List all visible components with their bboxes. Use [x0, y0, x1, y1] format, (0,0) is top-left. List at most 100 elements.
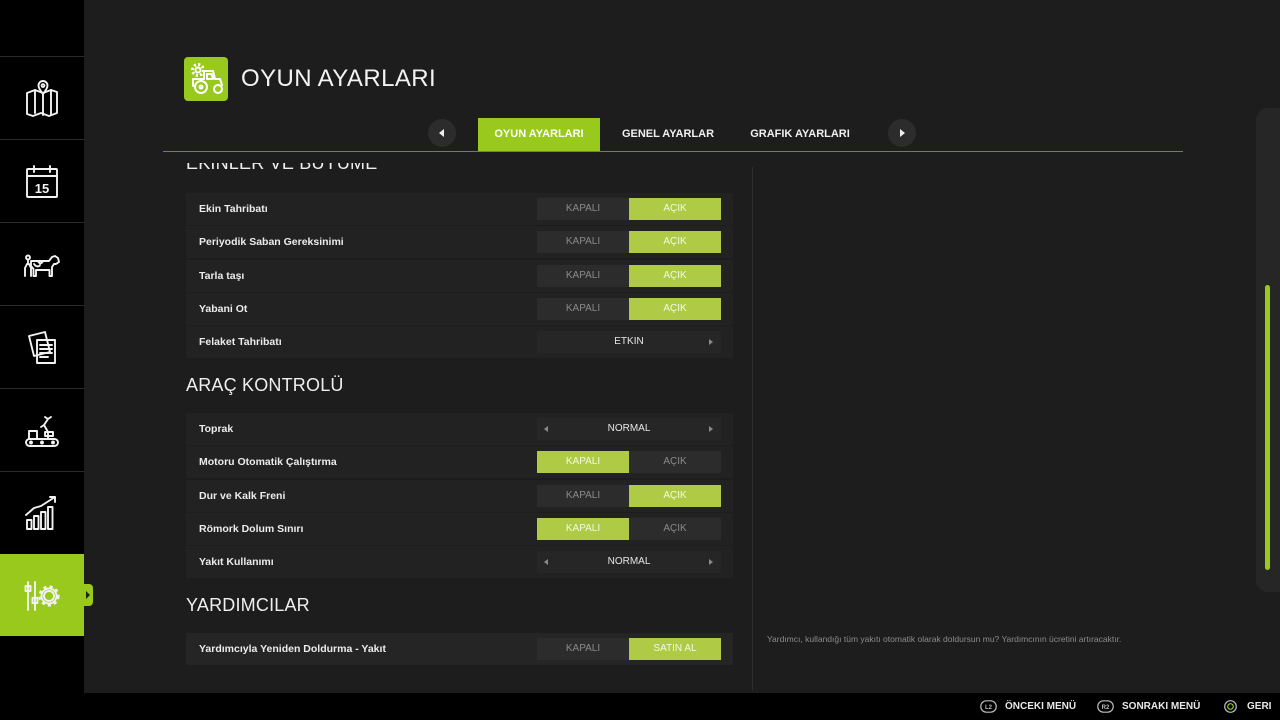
r2-glyph: R2 [1102, 705, 1110, 711]
setting-label: Yakıt Kullanımı [199, 556, 274, 568]
setting-label: Periyodik Saban Gereksinimi [199, 236, 344, 248]
toggle-control: KAPALI AÇIK [537, 231, 721, 253]
sidebar-item-production[interactable] [0, 388, 84, 471]
toggle-option-on[interactable]: AÇIK [629, 485, 721, 507]
arrow-right-icon [900, 129, 905, 137]
setting-row-disaster-destruction[interactable]: Felaket Tahribatı ETKIN [186, 326, 733, 358]
circle-button-icon [1224, 700, 1237, 713]
toggle-option-off[interactable]: KAPALI [537, 518, 629, 540]
section-title-vehicle-control: ARAÇ KONTROLÜ [186, 375, 344, 395]
setting-description: Yardımcı, kullandığı tüm yakıtı otomatik… [767, 634, 1122, 644]
toggle-control: KAPALI AÇIK [537, 485, 721, 507]
toggle-option-off[interactable]: KAPALI [537, 485, 629, 507]
next-menu-button[interactable]: R2 SONRAKI MENÜ [1097, 693, 1200, 720]
settings-list[interactable]: EKINLER VE BÜYÜME Ekin Tahribatı KAPALI … [163, 163, 743, 693]
arrow-left-icon [439, 129, 444, 137]
toggle-option-off[interactable]: KAPALI [537, 231, 629, 253]
settings-icon [24, 580, 60, 611]
r2-button-icon: R2 [1097, 700, 1114, 713]
sidebar-item-animals[interactable] [0, 222, 84, 305]
setting-row-auto-motor-start[interactable]: Motoru Otomatik Çalıştırma KAPALI AÇIK [186, 446, 733, 478]
toggle-option-on[interactable]: AÇIK [629, 198, 721, 220]
next-menu-label: SONRAKI MENÜ [1122, 701, 1201, 712]
scrollbar-thumb[interactable] [1265, 285, 1270, 570]
toggle-option-buy[interactable]: SATIN AL [629, 638, 721, 660]
selected-item-indicator [84, 584, 93, 606]
tab-general-settings[interactable]: GENEL AYARLAR [608, 118, 728, 151]
selector-next-icon[interactable] [709, 339, 713, 345]
toggle-option-off[interactable]: KAPALI [537, 638, 629, 660]
toggle-option-off[interactable]: KAPALI [537, 298, 629, 320]
toggle-control: KAPALI AÇIK [537, 518, 721, 540]
map-icon [26, 80, 58, 117]
toggle-control: KAPALI AÇIK [537, 198, 721, 220]
l2-button-icon: L2 [980, 700, 997, 713]
toggle-option-on[interactable]: AÇIK [629, 265, 721, 287]
scrollbar[interactable] [1256, 108, 1280, 592]
column-divider [752, 167, 753, 690]
setting-label: Tarla taşı [199, 270, 245, 282]
calendar-day-label: 15 [35, 181, 49, 196]
sidebar-item-calendar[interactable]: 15 [0, 139, 84, 222]
setting-row-helper-refill-fuel[interactable]: Yardımcıyla Yeniden Doldurma - Yakıt KAP… [186, 633, 733, 665]
sidebar-item-statistics[interactable] [0, 471, 84, 554]
toggle-option-off[interactable]: KAPALI [537, 198, 629, 220]
setting-label: Dur ve Kalk Freni [199, 490, 286, 502]
toggle-option-on[interactable]: AÇIK [629, 231, 721, 253]
tractor-settings-icon [184, 57, 228, 101]
sidebar: 15 [0, 0, 84, 693]
toggle-control: KAPALI AÇIK [537, 265, 721, 287]
setting-row-ground[interactable]: Toprak NORMAL [186, 413, 733, 445]
sidebar-item-settings[interactable] [0, 554, 84, 636]
setting-row-fuel-usage[interactable]: Yakıt Kullanımı NORMAL [186, 546, 733, 578]
contracts-icon [28, 331, 56, 364]
section-title-crops: EKINLER VE BÜYÜME [186, 163, 378, 173]
back-button[interactable]: GERI [1222, 693, 1271, 720]
tab-game-settings[interactable]: OYUN AYARLARI [478, 118, 600, 151]
tab-underline [163, 151, 1183, 152]
l2-glyph: L2 [985, 705, 993, 711]
setting-row-stones[interactable]: Tarla taşı KAPALI AÇIK [186, 260, 733, 292]
toggle-control: KAPALI AÇIK [537, 298, 721, 320]
selector-value: NORMAL [607, 423, 651, 434]
indicator-arrow-icon [86, 591, 90, 599]
setting-label: Yardımcıyla Yeniden Doldurma - Yakıt [199, 643, 386, 655]
tab-graphics-settings[interactable]: GRAFIK AYARLARI [740, 118, 860, 151]
sidebar-item-map[interactable] [0, 56, 84, 139]
production-icon [25, 416, 59, 447]
toggle-control: KAPALI SATIN AL [537, 638, 721, 660]
toggle-control: KAPALI AÇIK [537, 451, 721, 473]
setting-label: Toprak [199, 423, 234, 435]
setting-label: Ekin Tahribatı [199, 203, 268, 215]
statistics-icon [25, 496, 56, 530]
option-selector[interactable]: ETKIN [537, 331, 721, 353]
setting-row-trailer-fill-limit[interactable]: Römork Dolum Sınırı KAPALI AÇIK [186, 513, 733, 545]
setting-label: Felaket Tahribatı [199, 336, 282, 348]
setting-row-crop-destruction[interactable]: Ekin Tahribatı KAPALI AÇIK [186, 193, 733, 225]
selector-next-icon[interactable] [709, 426, 713, 432]
toggle-option-off[interactable]: KAPALI [537, 451, 629, 473]
footer-bar: L2 ÖNCEKI MENÜ R2 SONRAKI MENÜ GERI [0, 693, 1280, 720]
selector-next-icon[interactable] [709, 559, 713, 565]
setting-label: Römork Dolum Sınırı [199, 523, 304, 535]
option-selector[interactable]: NORMAL [537, 551, 721, 573]
previous-menu-label: ÖNCEKI MENÜ [1005, 701, 1077, 712]
sidebar-item-contracts[interactable] [0, 305, 84, 388]
toggle-option-on[interactable]: AÇIK [629, 451, 721, 473]
back-label: GERI [1247, 701, 1272, 712]
animals-icon [24, 254, 60, 277]
setting-label: Yabani Ot [199, 303, 248, 315]
setting-label: Motoru Otomatik Çalıştırma [199, 456, 337, 468]
previous-menu-button[interactable]: L2 ÖNCEKI MENÜ [980, 693, 1076, 720]
setting-row-periodic-plowing[interactable]: Periyodik Saban Gereksinimi KAPALI AÇIK [186, 226, 733, 258]
toggle-option-off[interactable]: KAPALI [537, 265, 629, 287]
toggle-option-on[interactable]: AÇIK [629, 518, 721, 540]
tab-next-button[interactable] [888, 119, 916, 147]
calendar-icon: 15 [26, 165, 58, 198]
setting-row-stop-and-go-braking[interactable]: Dur ve Kalk Freni KAPALI AÇIK [186, 480, 733, 512]
tab-prev-button[interactable] [428, 119, 456, 147]
setting-row-weeds[interactable]: Yabani Ot KAPALI AÇIK [186, 293, 733, 325]
option-selector[interactable]: NORMAL [537, 418, 721, 440]
section-title-helpers: YARDIMCILAR [186, 595, 310, 615]
toggle-option-on[interactable]: AÇIK [629, 298, 721, 320]
